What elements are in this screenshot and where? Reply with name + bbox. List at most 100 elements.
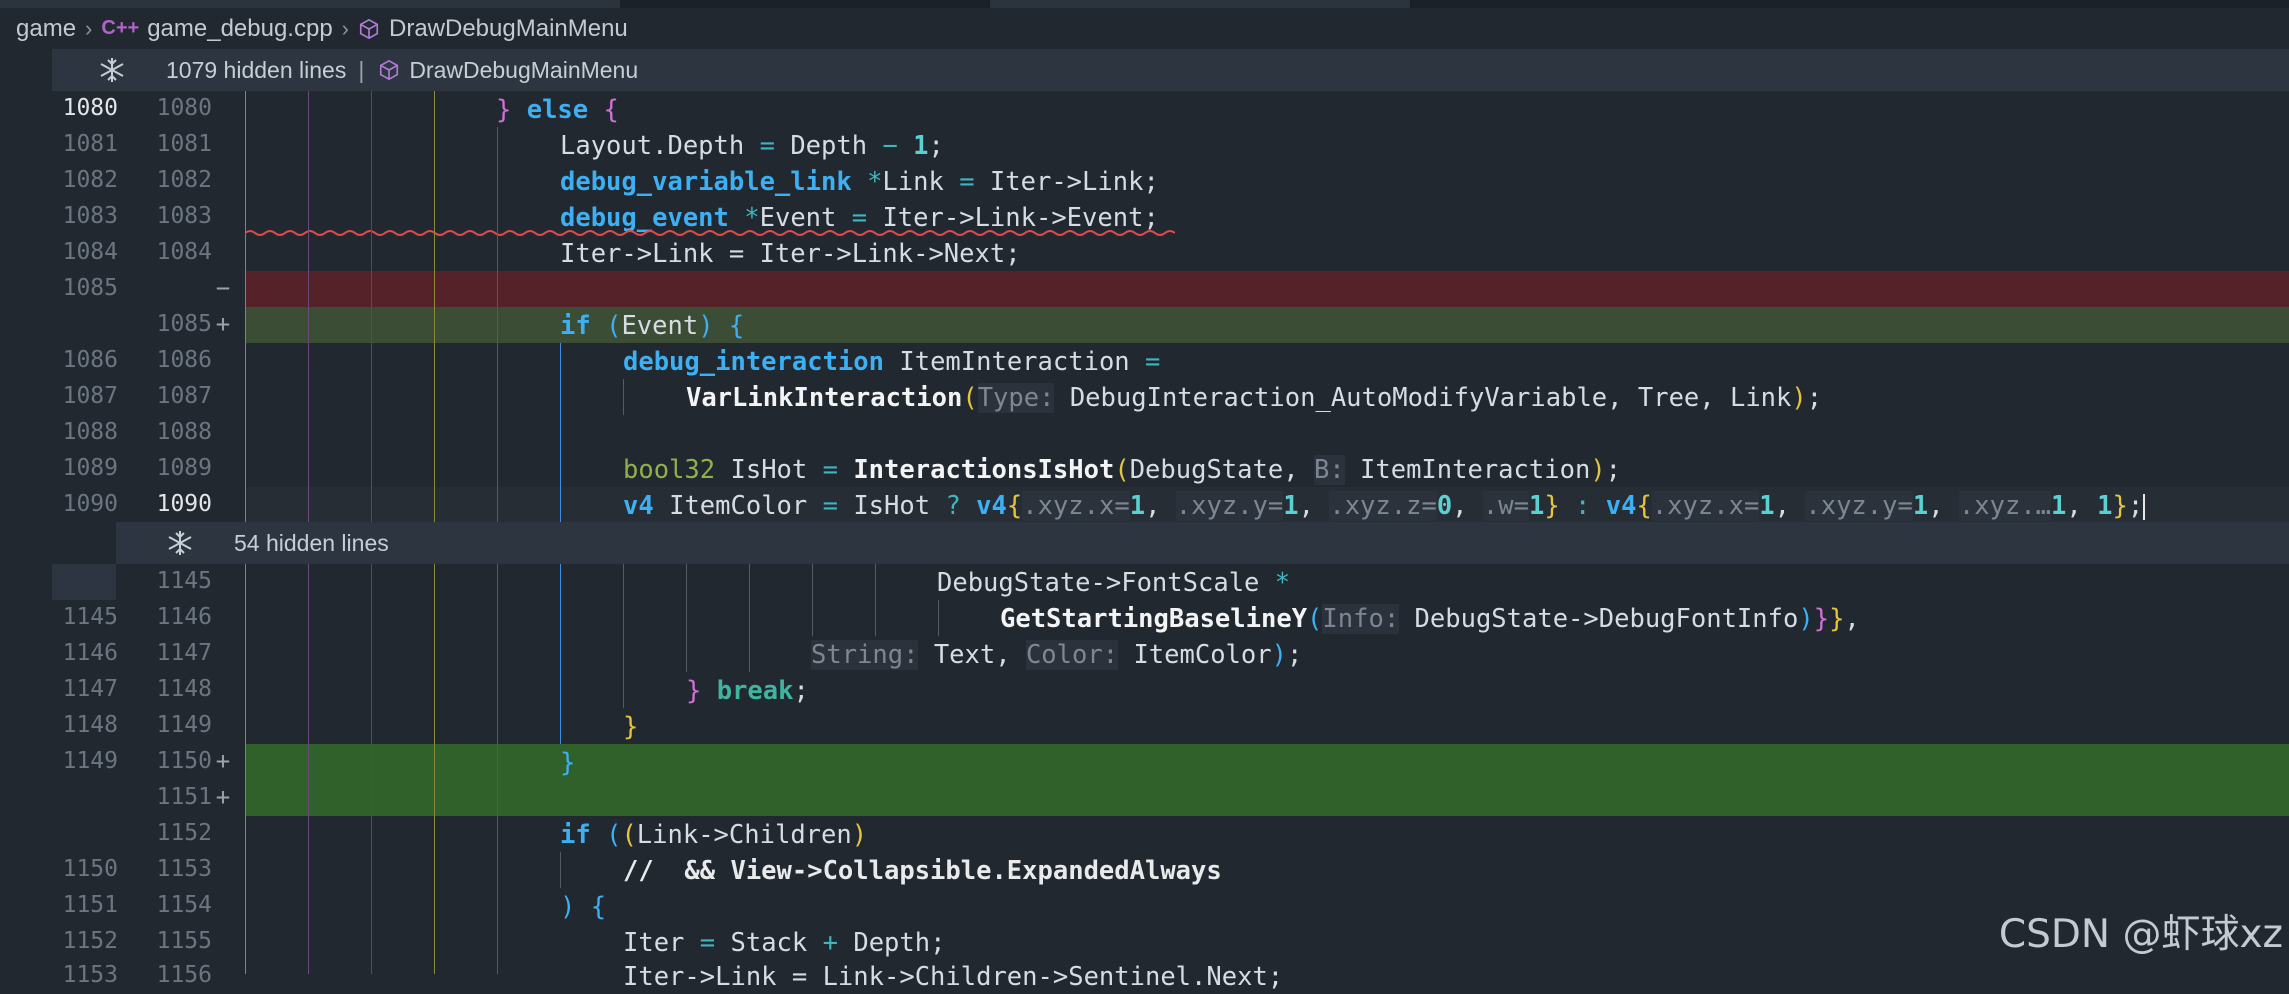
line-number-modified: 1084: [156, 239, 212, 265]
code-text: if (Event) {: [560, 311, 745, 341]
code-text: bool32 IsHot = InteractionsIsHot(DebugSt…: [623, 455, 1622, 485]
code-comment: // && View->Collapsible.ExpandedAlways: [623, 856, 1222, 886]
code-text: debug_variable_link *Link = Iter->Link;: [560, 167, 1159, 197]
inlay-hint: Info:: [1322, 604, 1400, 634]
code-text: }: [560, 748, 576, 778]
code-text: debug_interaction ItemInteraction =: [623, 347, 1161, 377]
editor-tab[interactable]: [990, 0, 1410, 8]
line-number-modified: 1149: [156, 712, 212, 738]
code-line[interactable]: 1146 1147 String: Text, Color: ItemColor…: [0, 636, 2289, 672]
code-line[interactable]: 1088 1088: [0, 415, 2289, 451]
code-line[interactable]: 1145 1146 GetStartingBaselineY(Info: Deb…: [0, 600, 2289, 636]
line-number-modified: 1152: [156, 820, 212, 846]
breadcrumb-folder[interactable]: game: [16, 15, 76, 43]
code-line[interactable]: 1086 1086 debug_interaction ItemInteract…: [0, 343, 2289, 379]
line-number-modified: 1089: [156, 455, 212, 481]
line-number-original: 1153: [62, 962, 118, 988]
line-number-original: 1090: [62, 491, 118, 517]
line-number-original: 1145: [62, 604, 118, 630]
line-number-modified: 1146: [156, 604, 212, 630]
unfold-icon[interactable]: [166, 529, 194, 557]
line-number-modified: 1083: [156, 203, 212, 229]
line-number-modified: 1153: [156, 856, 212, 882]
code-line[interactable]: 1089 1089 bool32 IsHot = InteractionsIsH…: [0, 451, 2289, 487]
code-line[interactable]: 1147 1148 } break;: [0, 672, 2289, 708]
code-line[interactable]: 1151 1154 ) {: [0, 888, 2289, 924]
line-number-original: 1083: [62, 203, 118, 229]
line-number-original: 1085: [62, 275, 118, 301]
symbol-method-icon: [380, 59, 399, 81]
line-number-modified: 1154: [156, 892, 212, 918]
code-line[interactable]: 1152 1155 Iter = Stack + Depth;: [0, 924, 2289, 960]
breadcrumb: game › C++ game_debug.cpp › DrawDebugMai…: [0, 8, 2289, 49]
code-text: VarLinkInteraction(Type: DebugInteractio…: [686, 383, 1823, 413]
code-text: ) {: [560, 892, 607, 922]
line-number-original: 1081: [62, 131, 118, 157]
hidden-lines-label: 1079 hidden lines: [166, 56, 347, 83]
code-line[interactable]: 1082 1082 debug_variable_link *Link = It…: [0, 163, 2289, 199]
line-number-modified: 1088: [156, 419, 212, 445]
code-line[interactable]: 1081 1081 Layout.Depth = Depth − 1;: [0, 127, 2289, 163]
hidden-lines-label: 54 hidden lines: [234, 529, 389, 556]
line-number-original: 1087: [62, 383, 118, 409]
diff-add-marker: +: [215, 310, 231, 338]
code-line[interactable]: 1084 1084 Iter->Link = Iter->Link->Next;: [0, 235, 2289, 271]
inlay-hint: Color:: [1025, 640, 1119, 670]
line-number-modified: 1090: [156, 491, 212, 517]
inlay-hint: String:: [811, 640, 919, 670]
line-number-original: 1150: [62, 856, 118, 882]
code-text: String: Text, Color: ItemColor);: [811, 640, 1303, 670]
current-line[interactable]: 1090 1090 v4 ItemColor = IsHot ? v4{.xyz…: [0, 487, 2289, 523]
code-text: Iter->Link = Link->Children->Sentinel.Ne…: [623, 962, 1284, 992]
code-line[interactable]: 1148 1149 }: [0, 708, 2289, 744]
fold-symbol: DrawDebugMainMenu: [409, 56, 639, 83]
added-line[interactable]: 1085 + if (Event) {: [0, 307, 2289, 343]
watermark: CSDN @虾球xz: [1998, 912, 2283, 957]
line-number-original: 1080: [62, 95, 118, 121]
line-number-modified: 1082: [156, 167, 212, 193]
breadcrumb-symbol[interactable]: DrawDebugMainMenu: [389, 15, 628, 43]
code-line[interactable]: 1150 1153 // && View->Collapsible.Expand…: [0, 852, 2289, 888]
line-number-original: 1086: [62, 347, 118, 373]
line-number-original: 1152: [62, 928, 118, 954]
code-text: v4 ItemColor = IsHot ? v4{.xyz.x=1, .xyz…: [623, 491, 2146, 521]
added-line[interactable]: 1149 1150 + }: [0, 744, 2289, 780]
line-number-modified: 1150: [156, 748, 212, 774]
line-number-original: 1089: [62, 455, 118, 481]
diff-add-marker: +: [215, 783, 231, 811]
text-cursor: [2143, 494, 2146, 520]
cpp-file-icon: C++: [101, 17, 140, 39]
line-number-original: 1082: [62, 167, 118, 193]
code-text: DebugState->FontScale *: [937, 568, 1291, 598]
code-text: Layout.Depth = Depth − 1;: [560, 131, 944, 161]
code-text: Iter = Stack + Depth;: [623, 928, 946, 958]
line-number-modified: 1081: [156, 131, 212, 157]
line-number-original: 1146: [62, 640, 118, 666]
diff-add-marker: +: [215, 747, 231, 775]
line-number-original: 1149: [62, 748, 118, 774]
line-number-modified: 1148: [156, 676, 212, 702]
code-text: GetStartingBaselineY(Info: DebugState->D…: [1000, 604, 1860, 634]
line-number-modified: 1086: [156, 347, 212, 373]
editor-tab-strip: [0, 0, 2289, 8]
code-text: } break;: [686, 676, 809, 706]
code-text: Iter->Link = Iter->Link->Next;: [560, 239, 1021, 269]
deleted-line[interactable]: 1085 −: [0, 271, 2289, 307]
line-number-original: 1147: [62, 676, 118, 702]
breadcrumb-file[interactable]: game_debug.cpp: [147, 15, 332, 43]
folded-region-1079[interactable]: 1079 hidden lines | DrawDebugMainMenu: [52, 49, 2289, 91]
editor-tab[interactable]: [0, 0, 620, 8]
code-line[interactable]: 1080 1080 } else {: [0, 91, 2289, 127]
code-line[interactable]: 1153 1156 Iter->Link = Link->Children->S…: [0, 958, 2289, 994]
code-line[interactable]: 1145 DebugState->FontScale *: [0, 564, 2289, 600]
unfold-icon[interactable]: [98, 56, 126, 84]
added-line[interactable]: 1151 +: [0, 780, 2289, 816]
chevron-right-icon: ›: [341, 15, 349, 41]
line-number-modified: 1147: [156, 640, 212, 666]
diff-remove-marker: −: [215, 274, 231, 302]
line-number-modified: 1085: [156, 311, 212, 337]
code-line[interactable]: 1152 if ((Link->Children): [0, 816, 2289, 852]
line-number-modified: 1080: [156, 95, 212, 121]
folded-region-54[interactable]: 54 hidden lines: [116, 522, 2289, 564]
code-line[interactable]: 1087 1087 VarLinkInteraction(Type: Debug…: [0, 379, 2289, 415]
